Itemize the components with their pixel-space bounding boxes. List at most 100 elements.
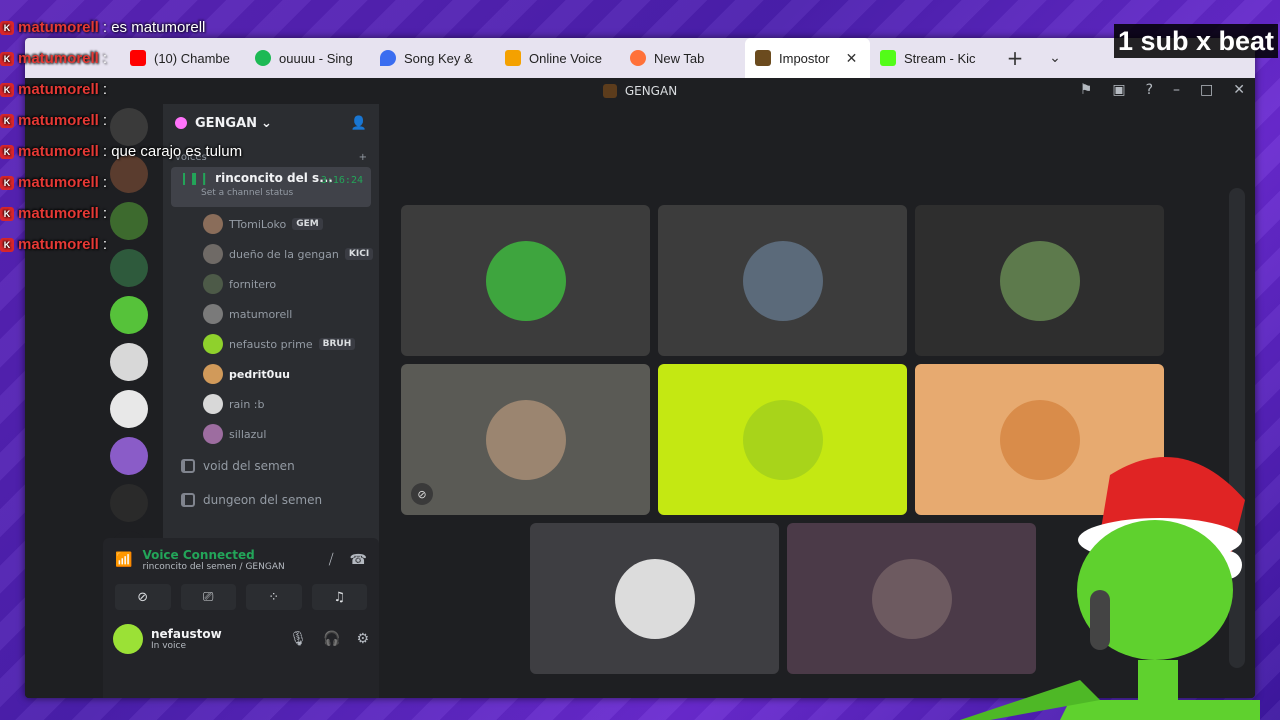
- participant-tile[interactable]: [401, 205, 650, 356]
- tab-new-tab[interactable]: New Tab: [620, 38, 745, 78]
- tab-kick[interactable]: Stream - Kic: [870, 38, 995, 78]
- chat-message: Kmatumorell:: [0, 167, 320, 198]
- avatar: [203, 364, 223, 384]
- camera-button[interactable]: ⊘: [115, 584, 171, 610]
- activities-button[interactable]: ⁘: [246, 584, 302, 610]
- chat-username: matumorell: [18, 236, 99, 253]
- close-icon[interactable]: ✕: [1233, 82, 1245, 98]
- voice-connection-panel: 📶 Voice Connected rinconcito del semen /…: [103, 538, 379, 698]
- server-icon[interactable]: [110, 343, 148, 381]
- mascot-body: [1060, 700, 1260, 720]
- server-icon[interactable]: [110, 296, 148, 334]
- chat-message: Kmatumorell: es matumorell: [0, 12, 320, 43]
- tab-online-voice[interactable]: Online Voice: [495, 38, 620, 78]
- tab-label: Online Voice: [529, 50, 602, 66]
- kick-icon: [880, 50, 896, 66]
- voice-timer: 3:16:24: [320, 175, 363, 186]
- member-name: matumorell: [229, 307, 293, 321]
- deafened-icon: ⊘: [411, 483, 433, 505]
- headphones-icon[interactable]: 🎧: [323, 631, 340, 647]
- stream-overlay-text: 1 sub x beat: [1113, 24, 1278, 58]
- gear-icon[interactable]: ⚙: [356, 631, 369, 647]
- voice-channel[interactable]: void del semen: [163, 449, 379, 483]
- voice-location[interactable]: rinconcito del semen / GENGAN: [142, 562, 284, 572]
- kick-badge-icon: K: [0, 144, 14, 159]
- chat-text: :: [102, 205, 108, 222]
- chat-message: Kmatumorell:: [0, 105, 320, 136]
- chevron-down-icon[interactable]: ⌄: [1035, 50, 1075, 66]
- voice-member[interactable]: fornitero: [163, 269, 379, 299]
- voice-member[interactable]: pedrit0uu: [163, 359, 379, 389]
- avatar: [999, 240, 1080, 321]
- voice-channel[interactable]: dungeon del semen: [163, 483, 379, 517]
- chat-text: :: [102, 174, 108, 191]
- participant-tile[interactable]: ⊘: [401, 364, 650, 515]
- close-icon[interactable]: ✕: [846, 50, 858, 67]
- chat-text: : es matumorell: [102, 19, 206, 36]
- voice-icon: [505, 50, 521, 66]
- headset: [1090, 590, 1110, 650]
- voice-status: Voice Connected: [142, 548, 255, 562]
- avatar[interactable]: [113, 624, 143, 654]
- signal-icon[interactable]: 📶: [115, 552, 132, 568]
- member-name: rain :b: [229, 397, 265, 411]
- voice-member[interactable]: nefausto prime BRUH: [163, 329, 379, 359]
- tab-label: New Tab: [654, 50, 705, 66]
- participant-tile[interactable]: [530, 523, 779, 674]
- microphone-icon[interactable]: 🎙: [289, 631, 307, 647]
- server-icon[interactable]: [110, 390, 148, 428]
- avatar: [203, 274, 223, 294]
- avatar: [614, 558, 695, 639]
- drop-icon: [380, 50, 396, 66]
- tab-impostor[interactable]: Impostor ✕: [745, 38, 870, 78]
- soundboard-button[interactable]: ♫: [311, 584, 367, 610]
- member-name: sillazul: [229, 427, 267, 441]
- participant-tile[interactable]: [658, 205, 907, 356]
- member-name: pedrit0uu: [229, 367, 290, 381]
- voice-member[interactable]: matumorell: [163, 299, 379, 329]
- avatar: [203, 334, 223, 354]
- chat-username: matumorell: [18, 143, 99, 160]
- screen-share-button[interactable]: ⎚: [180, 584, 236, 610]
- avatar: [871, 558, 952, 639]
- server-icon[interactable]: [110, 437, 148, 475]
- flag-icon[interactable]: ⚑: [1080, 82, 1093, 98]
- chat-username: matumorell: [18, 19, 99, 36]
- maximize-icon[interactable]: □: [1200, 82, 1213, 98]
- voice-member[interactable]: sillazul: [163, 419, 379, 449]
- chat-text: : que carajo es tulum: [102, 143, 243, 160]
- voice-member[interactable]: rain :b: [163, 389, 379, 419]
- participant-tile[interactable]: [915, 205, 1164, 356]
- inbox-icon[interactable]: ▣: [1112, 82, 1125, 98]
- chat-message: Kmatumorell:: [0, 229, 320, 260]
- new-tab-button[interactable]: +: [995, 46, 1035, 70]
- member-badge: KICI: [344, 248, 374, 260]
- chat-username: matumorell: [18, 205, 99, 222]
- chat-message: Kmatumorell:: [0, 198, 320, 229]
- kick-badge-icon: K: [0, 175, 14, 190]
- chat-text: :: [102, 50, 108, 67]
- tab-label: Stream - Kic: [904, 50, 976, 66]
- help-icon[interactable]: ?: [1146, 82, 1153, 98]
- chat-username: matumorell: [18, 81, 99, 98]
- avatar: [742, 399, 823, 480]
- avatar: [742, 240, 823, 321]
- participant-tile[interactable]: [658, 364, 907, 515]
- add-user-icon[interactable]: 👤: [351, 116, 367, 131]
- username: nefaustow: [151, 627, 222, 641]
- member-name: nefausto prime: [229, 337, 313, 351]
- chat-username: matumorell: [18, 50, 99, 67]
- noise-suppression-icon[interactable]: ⧸: [329, 552, 334, 568]
- add-channel-icon[interactable]: +: [359, 152, 367, 163]
- channel-name: dungeon del semen: [203, 493, 323, 507]
- server-icon[interactable]: [110, 484, 148, 522]
- impostor-icon: [755, 50, 771, 66]
- streamer-mascot: [960, 456, 1260, 720]
- kick-badge-icon: K: [0, 20, 14, 35]
- user-panel: nefaustow In voice 🎙 🎧 ⚙: [103, 610, 379, 654]
- avatar: [203, 304, 223, 324]
- minimize-icon[interactable]: –: [1173, 82, 1180, 98]
- tab-song-key[interactable]: Song Key &: [370, 38, 495, 78]
- disconnect-icon[interactable]: ☎: [350, 552, 367, 568]
- member-name: fornitero: [229, 277, 277, 291]
